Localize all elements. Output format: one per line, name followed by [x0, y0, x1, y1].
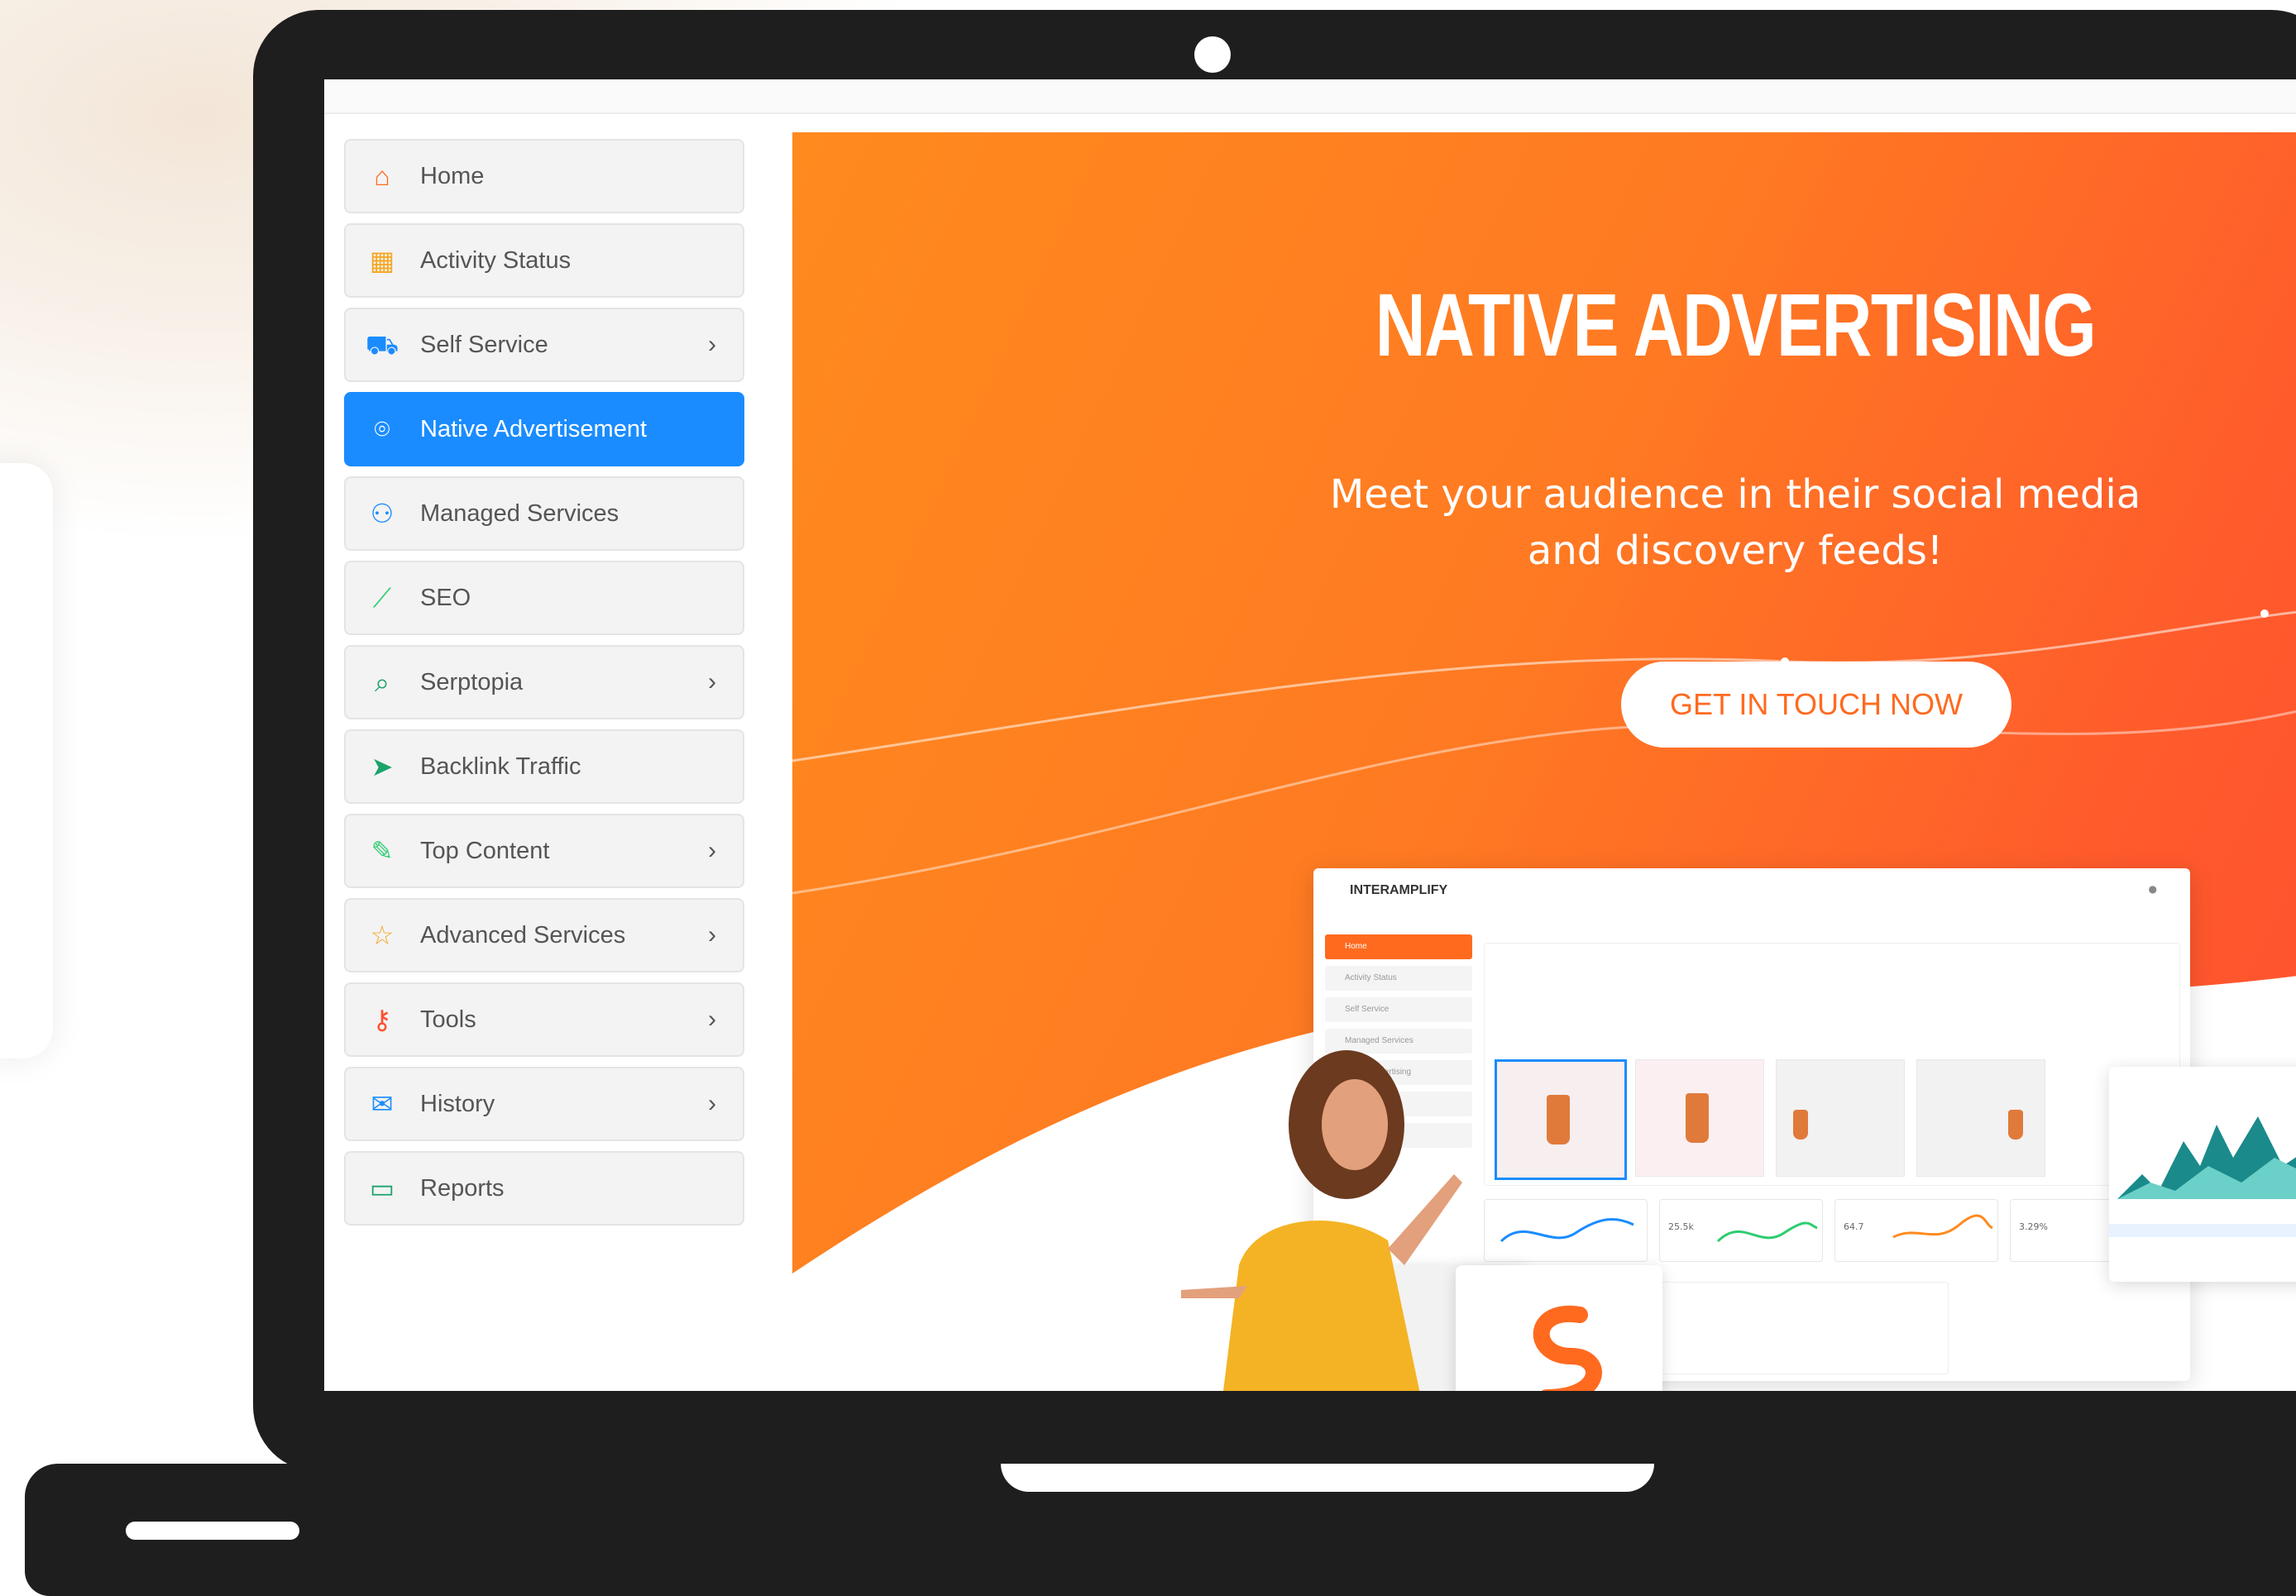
laptop-slot	[126, 1522, 299, 1540]
inbox-icon: ✉	[371, 1089, 394, 1119]
get-in-touch-button[interactable]: GET IN TOUCH NOW	[1621, 662, 2011, 748]
home-icon: ⌂	[374, 161, 390, 191]
sidebar-item-history[interactable]: ✉ History ›	[344, 1067, 744, 1141]
mockup-stat-card: 25.5k	[1659, 1199, 1823, 1262]
banner-title: NATIVE ADVERTISING	[1375, 275, 2097, 375]
chevron-right-icon: ›	[708, 668, 716, 695]
trend-icon: ⟋	[372, 583, 392, 613]
sidebar-item-label: History	[420, 1090, 495, 1117]
laptop-hinge-notch	[1001, 1464, 1654, 1492]
chevron-right-icon: ›	[708, 1090, 716, 1117]
search-icon: ⌕	[375, 667, 390, 697]
sidebar-item-label: SEO	[420, 584, 471, 611]
sidebar-item-label: Tools	[420, 1006, 476, 1033]
mockup-stat-value: 64.7	[1844, 1221, 1864, 1232]
sidebar-item-reports[interactable]: ▭ Reports	[344, 1151, 744, 1226]
mockup-menu-item: Self Service	[1325, 997, 1472, 1022]
banner-subtitle-line1: Meet your audience in their social media	[1329, 471, 2141, 518]
sidebar-item-label: Reports	[420, 1174, 505, 1202]
star-icon: ☆	[370, 920, 395, 950]
sidebar-item-label: Advanced Services	[420, 921, 626, 949]
sidebar-item-tools[interactable]: ⚷ Tools ›	[344, 982, 744, 1057]
mockup-user-avatar: ●	[2148, 883, 2157, 895]
sidebar-item-label: Top Content	[420, 837, 550, 864]
mockup-format-panel	[1484, 943, 2180, 1186]
cart-icon: ⛟	[365, 330, 399, 360]
camera-dot	[1194, 36, 1231, 73]
sidebar-item-label: Serptopia	[420, 668, 524, 695]
sidebar-item-self-service[interactable]: ⛟ Self Service ›	[344, 308, 744, 382]
sidebar-item-native-advertisement[interactable]: ⌾ Native Advertisement	[344, 392, 744, 466]
chevron-right-icon: ›	[708, 1006, 716, 1033]
archive-icon: ▭	[369, 1173, 395, 1203]
location-pin-icon: ⌾	[374, 414, 390, 444]
background-card	[0, 463, 53, 1058]
sidebar-item-backlink-traffic[interactable]: ➤ Backlink Traffic	[344, 729, 744, 804]
pencil-icon: ✎	[371, 836, 394, 866]
mockup-stat-value: 3.29%	[2019, 1221, 2048, 1232]
sidebar-item-label: Home	[420, 162, 485, 189]
mockup-format-card	[1635, 1059, 1764, 1177]
banner-subtitle-line2: and discovery feeds!	[1527, 528, 1944, 574]
sidebar-item-label: Managed Services	[420, 499, 619, 527]
mockup-stat-value: 25.5k	[1668, 1221, 1694, 1232]
mockup-stats: 25.5k 64.7 3.29%	[1484, 1199, 2179, 1265]
mockup-format-card	[1776, 1059, 1905, 1177]
chevron-right-icon: ›	[708, 837, 716, 864]
mockup-logo: INTERAMPLIFY	[1350, 883, 1448, 897]
users-icon: ⚇	[370, 499, 395, 528]
dashboard-icon: ▦	[369, 246, 395, 275]
laptop-screen: ⌂ Home ▦ Activity Status ⛟ Self Service › ⌾ Nati…	[324, 79, 2296, 1391]
sidebar-item-home[interactable]: ⌂ Home	[344, 139, 744, 213]
banner-subtitle: Meet your audience in their social media…	[1289, 466, 2182, 579]
chevron-right-icon: ›	[708, 331, 716, 358]
sidebar-item-label: Self Service	[420, 331, 548, 358]
mockup-menu-item: Activity Status	[1325, 966, 1472, 991]
sidebar-item-label: Backlink Traffic	[420, 753, 581, 780]
mockup-menu-item: Home	[1325, 934, 1472, 959]
sidebar-item-activity-status[interactable]: ▦ Activity Status	[344, 223, 744, 298]
send-icon: ➤	[371, 752, 394, 781]
mockup-stat-card: 64.7	[1834, 1199, 1998, 1262]
sidebar-item-advanced-services[interactable]: ☆ Advanced Services ›	[344, 898, 744, 972]
mockup-format-card	[1495, 1059, 1627, 1180]
sidebar-item-label: Native Advertisement	[420, 415, 648, 442]
sidebar-item-managed-services[interactable]: ⚇ Managed Services	[344, 476, 744, 551]
mockup-format-card	[1916, 1059, 2045, 1177]
mockup-stat-card	[1484, 1199, 1648, 1262]
chevron-right-icon: ›	[708, 921, 716, 949]
sidebar-nav: ⌂ Home ▦ Activity Status ⛟ Self Service › ⌾ Nati…	[344, 139, 744, 1235]
sidebar-item-serptopia[interactable]: ⌕ Serptopia ›	[344, 645, 744, 719]
presenter-illustration	[1181, 1050, 1462, 1391]
app-topbar	[324, 79, 2296, 114]
sidebar-item-label: Activity Status	[420, 246, 572, 274]
sidebar-item-seo[interactable]: ⟋ SEO	[344, 561, 744, 635]
sidebar-item-top-content[interactable]: ✎ Top Content ›	[344, 814, 744, 888]
native-advertising-banner: NATIVE ADVERTISING Meet your audience in…	[792, 132, 2296, 1391]
key-icon: ⚷	[372, 1005, 392, 1035]
mockup-area-chart	[2109, 1067, 2296, 1282]
